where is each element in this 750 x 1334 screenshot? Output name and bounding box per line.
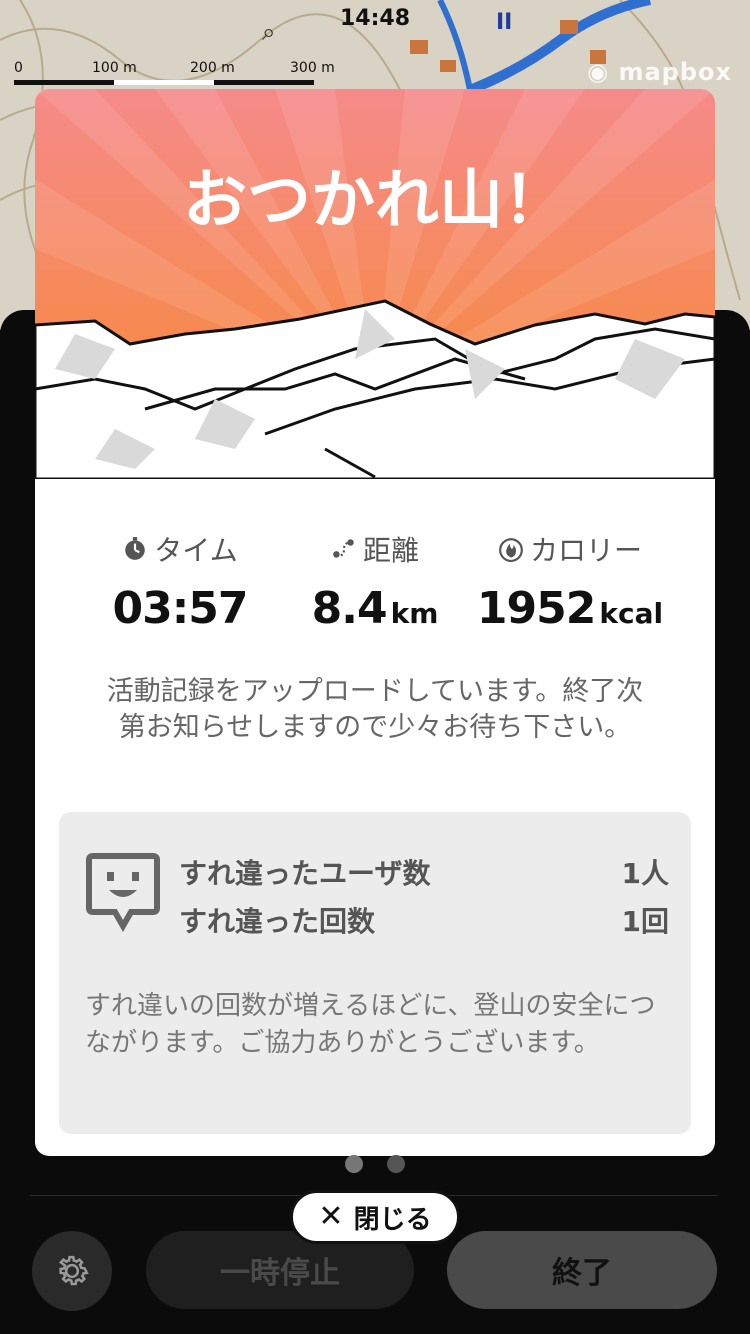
mountain-hero-illustration: おつかれ山！ bbox=[35, 89, 715, 479]
stat-time-label: タイム bbox=[154, 534, 238, 567]
page-dot[interactable] bbox=[387, 1155, 405, 1173]
page-dot[interactable] bbox=[345, 1155, 363, 1173]
gear-icon bbox=[58, 1255, 89, 1286]
activity-stats: タイム 03:57 距離 8.4 km カロリー 1952 kcal bbox=[35, 529, 715, 634]
map-search-icon[interactable]: ⌕ bbox=[262, 18, 275, 46]
stat-label: 距離 bbox=[290, 529, 460, 569]
stat-distance-unit: km bbox=[390, 597, 439, 630]
close-icon: ✕ bbox=[318, 1199, 344, 1234]
stat-calories-label: カロリー bbox=[529, 534, 642, 567]
settings-button[interactable] bbox=[32, 1231, 112, 1311]
map-pause-icon[interactable]: II bbox=[496, 10, 512, 35]
stopwatch-icon bbox=[125, 537, 146, 560]
stat-calories: カロリー 1952 kcal bbox=[465, 529, 675, 634]
status-time: 14:48 bbox=[339, 6, 411, 31]
stat-calories-unit: kcal bbox=[599, 597, 664, 630]
pass-users-label: すれ違ったユーザ数 bbox=[179, 857, 431, 890]
mapbox-logo-text: mapbox bbox=[618, 58, 732, 86]
mapbox-logo-icon: ◉ bbox=[587, 58, 619, 86]
pass-count-row: すれ違った回数 1回 bbox=[179, 900, 669, 940]
smiley-badge-icon bbox=[86, 853, 160, 932]
stat-calories-number: 1952 bbox=[476, 583, 596, 634]
pass-count-label: すれ違った回数 bbox=[179, 905, 376, 938]
upload-message: 活動記録をアップロードしています。終了次第お知らせしますので少々お待ち下さい。 bbox=[106, 676, 644, 743]
route-icon bbox=[333, 539, 354, 558]
pass-by-summary: すれ違ったユーザ数 1人 すれ違った回数 1回 すれ違いの回数が増えるほどに、登… bbox=[59, 812, 691, 1134]
stat-time: タイム 03:57 bbox=[95, 529, 265, 634]
stat-calories-value: 1952 kcal bbox=[465, 583, 675, 634]
scale-line bbox=[14, 80, 314, 85]
stat-time-number: 03:57 bbox=[112, 583, 248, 634]
stat-distance-value: 8.4 km bbox=[290, 583, 460, 634]
pass-users-value: 1人 bbox=[621, 857, 669, 890]
close-label: 閉じる bbox=[353, 1204, 432, 1235]
pass-by-note: すれ違いの回数が増えるほどに、登山の安全につながります。ご協力ありがとうございま… bbox=[85, 991, 656, 1058]
pass-users-row: すれ違ったユーザ数 1人 bbox=[179, 852, 669, 892]
pagination-dots bbox=[0, 1155, 750, 1175]
stat-label: タイム bbox=[95, 529, 265, 569]
scale-label: 200 m bbox=[190, 60, 235, 76]
scale-label: 100 m bbox=[92, 60, 137, 76]
map-scale-bar: 0 100 m 200 m 300 m bbox=[14, 60, 344, 90]
scale-label: 300 m bbox=[290, 60, 335, 76]
stat-distance-number: 8.4 bbox=[311, 583, 388, 634]
modal-title: おつかれ山！ bbox=[183, 164, 567, 238]
stat-time-value: 03:57 bbox=[95, 583, 265, 634]
end-button[interactable]: 終了 bbox=[447, 1231, 717, 1309]
scale-label: 0 bbox=[14, 60, 23, 76]
stat-label: カロリー bbox=[465, 529, 675, 569]
stat-distance-label: 距離 bbox=[362, 534, 419, 567]
mapbox-attribution[interactable]: ◉ mapbox bbox=[587, 58, 732, 86]
pass-count-value: 1回 bbox=[621, 905, 669, 938]
result-modal: おつかれ山！ タイム 03:57 距離 8.4 km カロリー 1952 kca… bbox=[35, 89, 715, 1156]
close-button[interactable]: ✕ 閉じる bbox=[290, 1190, 460, 1244]
stat-distance: 距離 8.4 km bbox=[290, 529, 460, 634]
flame-icon bbox=[499, 538, 523, 562]
